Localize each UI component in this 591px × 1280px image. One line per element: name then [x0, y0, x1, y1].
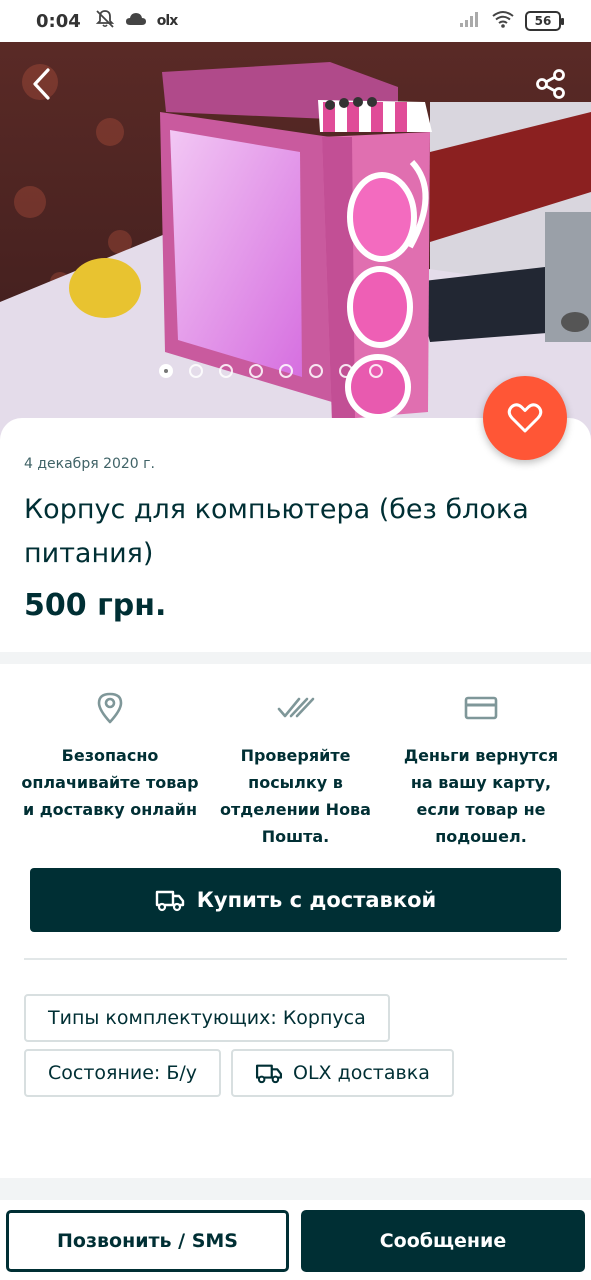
status-bar: 0:04 olx 56	[0, 0, 591, 42]
divider	[24, 958, 567, 960]
listing-price: 500 грн.	[24, 588, 167, 623]
tag-label: Состояние: Б/у	[48, 1062, 198, 1084]
feature-safe-payment: Безопасно оплачивайте товар и доставку о…	[20, 664, 200, 850]
message-button[interactable]: Сообщение	[301, 1210, 585, 1272]
delivery-features: Безопасно оплачивайте товар и доставку о…	[0, 664, 591, 850]
gallery-dot[interactable]	[188, 364, 203, 378]
olx-app-icon: olx	[156, 13, 178, 29]
signal-icon	[459, 10, 481, 32]
gallery-dot[interactable]	[158, 364, 173, 378]
call-sms-button[interactable]: Позвонить / SMS	[6, 1210, 289, 1272]
credit-card-icon	[464, 696, 498, 720]
status-icons-right: 56	[459, 10, 564, 32]
share-button[interactable]	[529, 62, 573, 106]
listing-date: 4 декабря 2020 г.	[24, 456, 155, 472]
delivery-truck-icon	[255, 1064, 283, 1084]
feature-check-parcel: Проверяйте посылку в отделении Нова Пошт…	[206, 664, 386, 850]
delivery-truck-icon	[155, 890, 184, 912]
listing-title: Корпус для компьютера (без блока питания…	[24, 494, 529, 569]
status-icons-left: olx	[95, 9, 178, 33]
back-button[interactable]	[20, 62, 64, 106]
buy-with-delivery-button[interactable]: Купить с доставкой	[30, 868, 561, 932]
bottom-action-bar: Позвонить / SMS Сообщение	[0, 1200, 591, 1280]
notifications-off-icon	[95, 9, 115, 33]
gallery-dot[interactable]	[368, 364, 383, 378]
gallery-dot[interactable]	[218, 364, 233, 378]
buy-button-label: Купить с доставкой	[196, 888, 437, 912]
favorite-button[interactable]	[483, 376, 567, 460]
status-time: 0:04	[36, 10, 81, 32]
gallery-dot[interactable]	[248, 364, 263, 378]
wifi-icon	[491, 10, 515, 32]
cloud-icon	[125, 11, 147, 31]
battery-indicator: 56	[525, 11, 564, 31]
tag-label: OLX доставка	[293, 1062, 430, 1084]
double-check-icon	[277, 697, 314, 718]
feature-text: Безопасно оплачивайте товар и доставку о…	[21, 746, 199, 819]
feature-money-back: Деньги вернутся на вашу карту, если това…	[391, 664, 571, 850]
tag-label: Типы комплектующих: Корпуса	[48, 1007, 366, 1029]
chevron-left-icon	[33, 68, 50, 100]
listing-card: 4 декабря 2020 г. Корпус для компьютера …	[0, 376, 591, 654]
feature-text: Деньги вернутся на вашу карту, если това…	[403, 746, 559, 846]
gallery-pagination	[0, 364, 591, 378]
section-separator	[0, 1178, 591, 1200]
gallery-dot[interactable]	[308, 364, 323, 378]
tag-condition: Состояние: Б/у	[24, 1049, 222, 1097]
location-pin-icon	[97, 692, 123, 724]
section-separator	[0, 652, 591, 664]
gallery-dot[interactable]	[278, 364, 293, 378]
share-icon	[536, 69, 565, 99]
gallery-dot[interactable]	[338, 364, 353, 378]
tag-component-type: Типы комплектующих: Корпуса	[24, 994, 390, 1042]
feature-text: Проверяйте посылку в отделении Нова Пошт…	[220, 746, 371, 846]
heart-icon	[507, 403, 543, 433]
tag-olx-delivery: OLX доставка	[231, 1049, 454, 1097]
